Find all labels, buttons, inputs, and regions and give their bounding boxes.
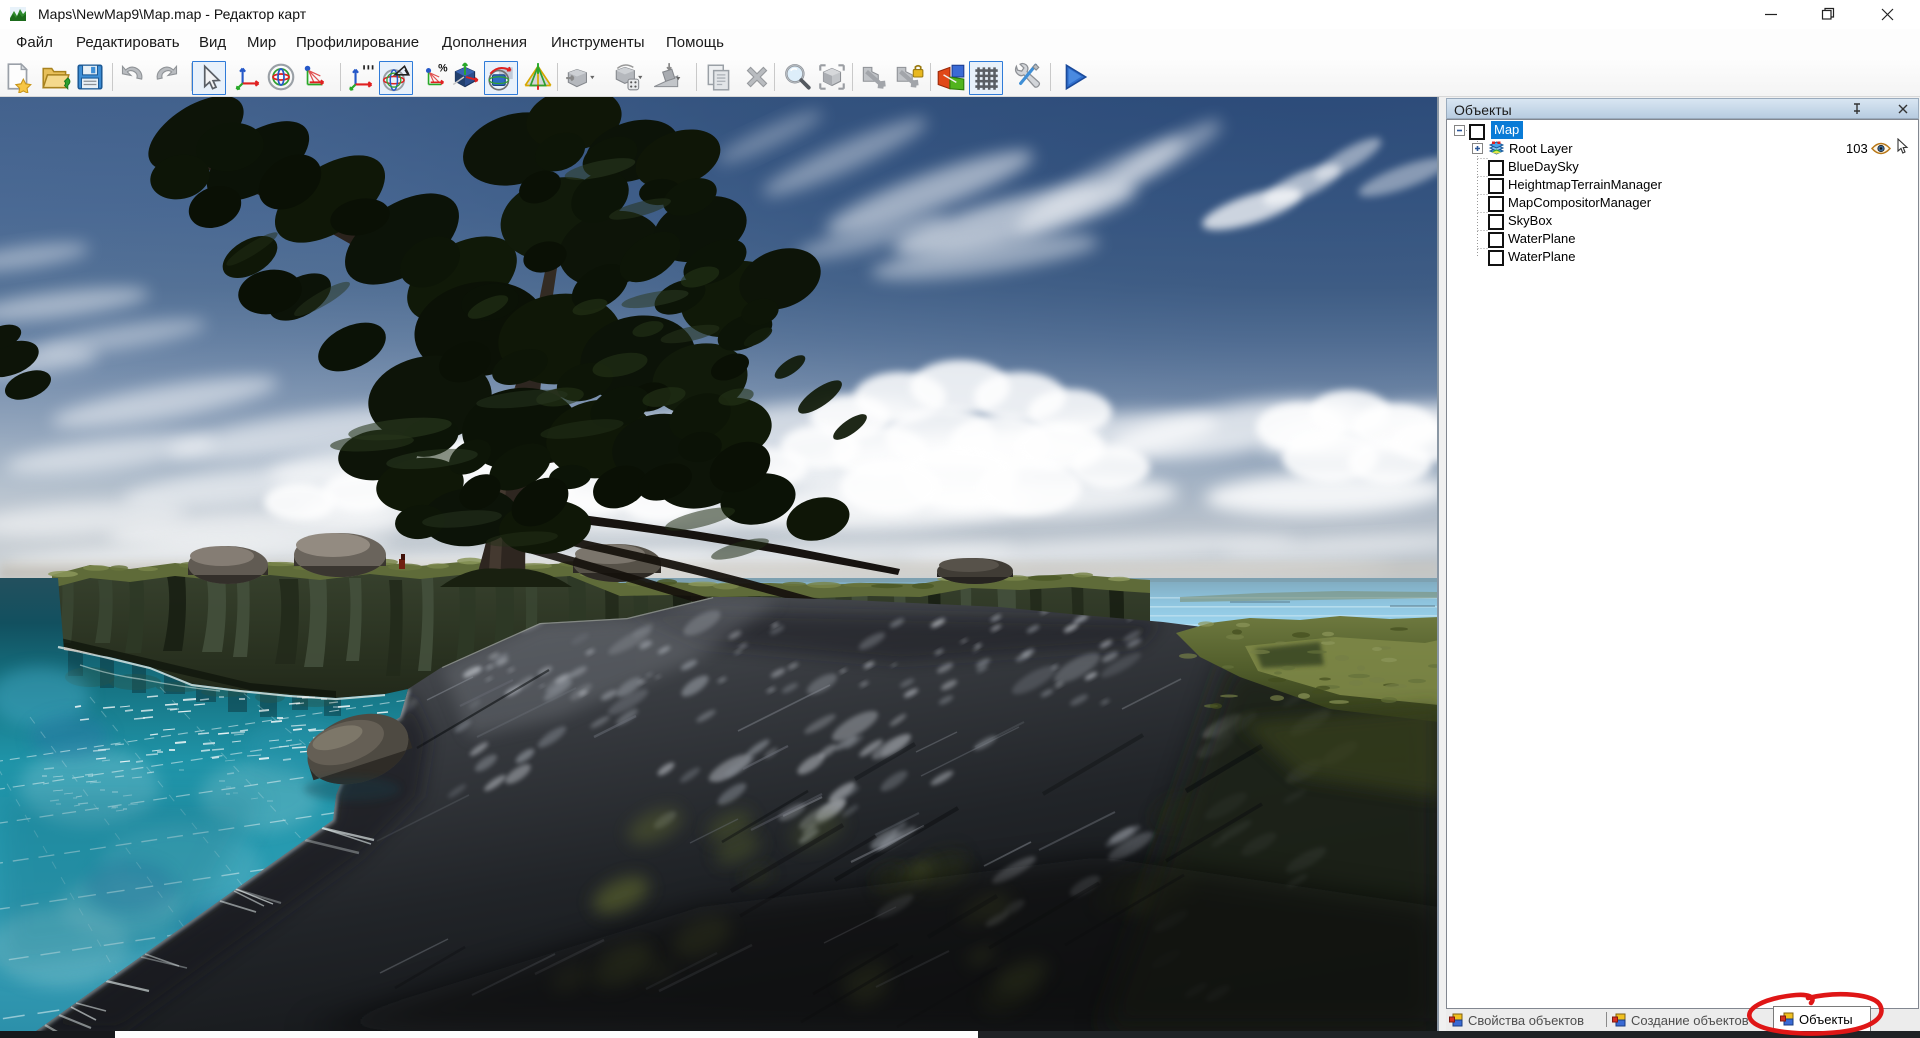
svg-text:%: % [438,63,448,75]
